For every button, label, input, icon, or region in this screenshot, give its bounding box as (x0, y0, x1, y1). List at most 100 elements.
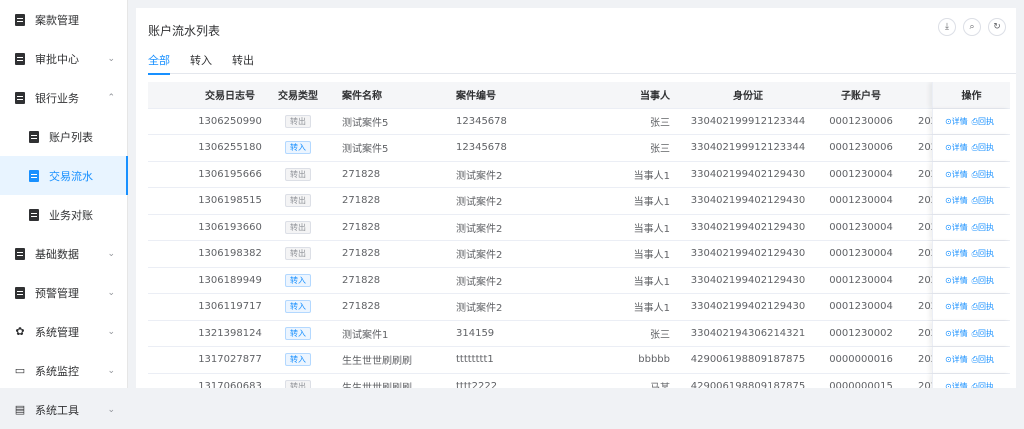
chevron-down-icon: ⌄ (107, 53, 115, 64)
receipt-link[interactable]: ⎙回执 (972, 328, 994, 339)
sidebar-item-5[interactable]: 业务对账 (0, 195, 127, 234)
detail-link[interactable]: ⊙详情 (945, 222, 968, 233)
detail-link[interactable]: ⊙详情 (945, 354, 968, 365)
receipt-link[interactable]: ⎙回执 (972, 275, 994, 286)
tool-icon: ▤ (14, 403, 26, 416)
tab-out[interactable]: 转出 (232, 52, 254, 74)
sidebar-item-2[interactable]: 银行业务 ⌃ (0, 78, 127, 117)
col-header-type[interactable]: 交易类型 (278, 82, 318, 108)
receipt-link[interactable]: ⎙回执 (972, 169, 994, 180)
receipt-link[interactable]: ⎙回执 (972, 354, 994, 365)
cell-trunc: 202 (918, 248, 932, 260)
type-tag: 转入 (285, 353, 311, 367)
sidebar-item-8[interactable]: ✿ 系统管理 ⌄ (0, 312, 127, 351)
doc-icon (13, 286, 27, 300)
detail-link[interactable]: ⊙详情 (945, 195, 968, 206)
cell-id: 330402194306214321 (690, 327, 806, 339)
detail-link[interactable]: ⊙详情 (945, 169, 968, 180)
cell-case-no: 测试案件2 (456, 276, 503, 288)
cell-case-no: tttttttt1 (456, 354, 494, 366)
sidebar-item-4[interactable]: 交易流水 (0, 156, 128, 195)
cell-case-no: 测试案件2 (456, 197, 503, 209)
cell-party: 马某 (576, 374, 670, 388)
cell-case-name: 271828 (342, 195, 381, 207)
receipt-link[interactable]: ⎙回执 (972, 381, 994, 388)
sidebar-item-10[interactable]: ▤ 系统工具 ⌄ (0, 390, 127, 429)
download-icon[interactable]: ⤓ (938, 18, 956, 36)
gear-icon: ✿ (15, 325, 25, 338)
cell-sub: 0000000016 (829, 354, 893, 366)
search-icon[interactable]: ⌕ (963, 18, 981, 36)
cell-trunc: 202 (918, 274, 932, 286)
cell-party: 当事人1 (633, 303, 670, 315)
sidebar-item-label: 系统管理 (35, 325, 79, 339)
cell-log: 1306250990 (198, 115, 262, 127)
cell-party: 当事人1 (633, 250, 670, 262)
detail-link[interactable]: ⊙详情 (945, 301, 968, 312)
receipt-link[interactable]: ⎙回执 (972, 195, 994, 206)
sidebar-item-9[interactable]: ▭ 系统监控 ⌄ (0, 351, 127, 390)
detail-link[interactable]: ⊙详情 (945, 116, 968, 127)
cell-log: 1306193660 (198, 221, 262, 233)
cell-trunc: 202 (918, 354, 932, 366)
detail-link[interactable]: ⊙详情 (945, 381, 968, 388)
sidebar-item-1[interactable]: 审批中心 ⌄ (0, 39, 127, 78)
cell-id: 330402199912123344 (690, 142, 806, 154)
receipt-link[interactable]: ⎙回执 (972, 142, 994, 153)
col-header-trunc (918, 82, 932, 108)
cell-id: 330402199402129430 (690, 168, 806, 180)
col-header-party[interactable]: 当事人 (576, 82, 670, 108)
detail-link[interactable]: ⊙详情 (945, 328, 968, 339)
cell-trunc: 202 (918, 142, 932, 154)
type-tag: 转出 (285, 194, 311, 208)
sidebar-item-6[interactable]: 基础数据 ⌄ (0, 234, 127, 273)
detail-link[interactable]: ⊙详情 (945, 275, 968, 286)
cell-id: 330402199402129430 (690, 195, 806, 207)
sidebar-item-0[interactable]: 案款管理 (0, 0, 127, 39)
chevron-down-icon: ⌄ (107, 326, 115, 337)
doc-icon (13, 52, 27, 66)
cell-type: 转出 (278, 215, 318, 241)
sidebar-item-label: 审批中心 (35, 52, 79, 66)
main-panel: 账户流水列表 ⤓ ⌕ ↻ 全部 转入 转出 交易日志号 交易类型 案件名称 案件… (136, 8, 1016, 388)
tab-in[interactable]: 转入 (190, 52, 212, 74)
cell-case-name: 271828 (342, 301, 381, 313)
doc-icon (13, 91, 27, 105)
cell-type: 转出 (278, 188, 318, 214)
type-tag: 转入 (285, 300, 311, 314)
cell-sub: 0000000015 (829, 380, 893, 388)
col-header-log[interactable]: 交易日志号 (170, 82, 290, 108)
table-row: 1317060683 转出 生生世世刷刷刷 tttt2222 马某 42900619880… (148, 373, 1010, 388)
cell-party: bbbbb (638, 354, 670, 366)
sidebar-item-label: 预警管理 (35, 286, 79, 300)
col-header-sub[interactable]: 子账户号 (816, 82, 906, 108)
type-tag: 转出 (285, 247, 311, 261)
table-row: 1306193660 转出 271828 测试案件2 当事人1 3304021994021… (148, 214, 1010, 241)
tab-all[interactable]: 全部 (148, 52, 170, 75)
cell-case-no: 测试案件2 (456, 250, 503, 262)
cell-case-no: 测试案件2 (456, 223, 503, 235)
detail-link[interactable]: ⊙详情 (945, 248, 968, 259)
cell-party: 张三 (650, 117, 670, 129)
table-row: 1306195666 转出 271828 测试案件2 当事人1 3304021994021… (148, 161, 1010, 188)
cell-id: 429006198809187875 (690, 354, 806, 366)
receipt-link[interactable]: ⎙回执 (972, 248, 994, 259)
receipt-link[interactable]: ⎙回执 (972, 301, 994, 312)
refresh-icon[interactable]: ↻ (988, 18, 1006, 36)
chevron-down-icon: ⌄ (107, 404, 115, 415)
col-header-id[interactable]: 身份证 (678, 82, 818, 108)
receipt-link[interactable]: ⎙回执 (972, 116, 994, 127)
cell-id: 330402199912123344 (690, 115, 806, 127)
col-header-case-no[interactable]: 案件编号 (456, 82, 556, 108)
receipt-link[interactable]: ⎙回执 (972, 222, 994, 233)
detail-link[interactable]: ⊙详情 (945, 142, 968, 153)
cell-type: 转入 (278, 321, 318, 347)
col-header-case-name[interactable]: 案件名称 (342, 82, 452, 108)
cell-sub: 0001230004 (829, 195, 893, 207)
cell-trunc: 202 (918, 301, 932, 313)
type-tag: 转出 (285, 167, 311, 181)
transaction-table: 交易日志号 交易类型 案件名称 案件编号 当事人 身份证 子账户号 操作 130… (148, 82, 1010, 388)
sidebar-item-3[interactable]: 账户列表 (0, 117, 127, 156)
sidebar-item-7[interactable]: 预警管理 ⌄ (0, 273, 127, 312)
cell-sub: 0001230004 (829, 168, 893, 180)
